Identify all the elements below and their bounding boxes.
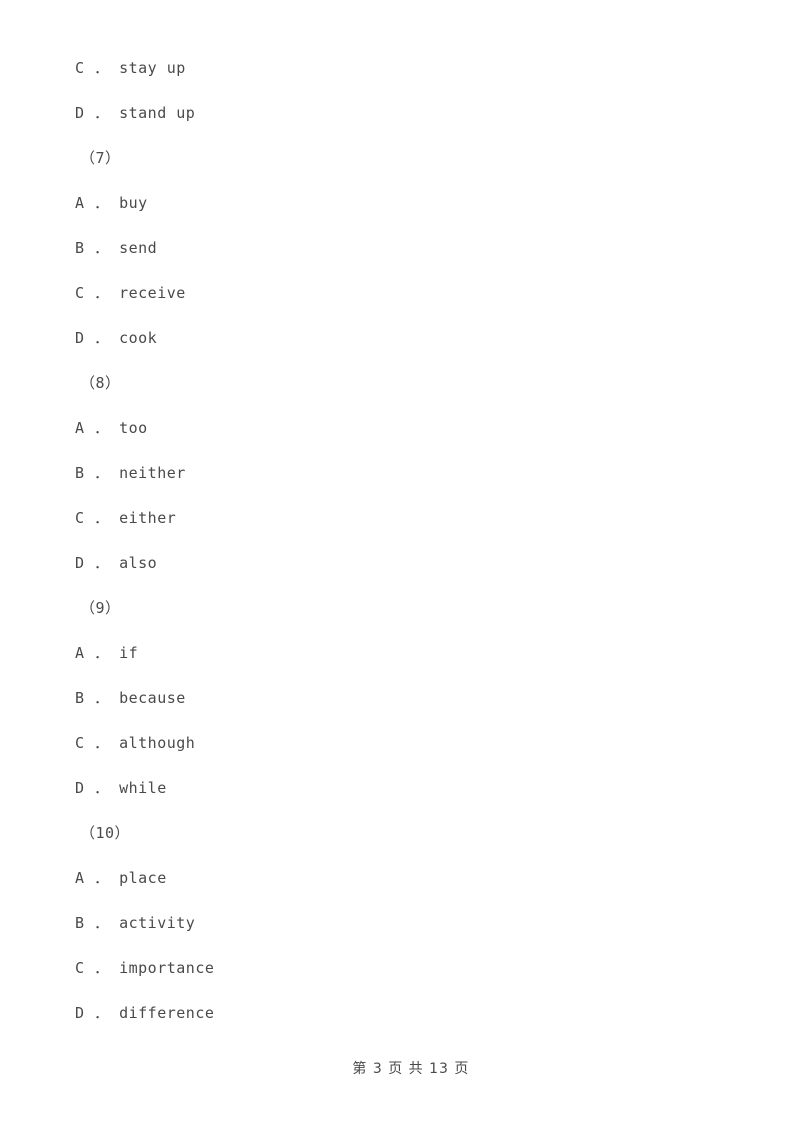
answer-option: D ． stand up xyxy=(75,104,196,122)
answer-option: B ． activity xyxy=(75,914,196,932)
answer-option: C ． receive xyxy=(75,284,186,302)
answer-option: A ． too xyxy=(75,419,148,437)
answer-option: C ． stay up xyxy=(75,59,186,77)
document-page: C ． stay up D ． stand up （7） A ． buy B ． sen… xyxy=(0,0,800,1132)
answer-option: D ． while xyxy=(75,779,167,797)
question-number: （9） xyxy=(80,599,121,617)
answer-option: D ． also xyxy=(75,554,158,572)
answer-option: A ． buy xyxy=(75,194,148,212)
answer-option: B ． send xyxy=(75,239,158,257)
page-footer: 第 3 页 共 13 页 xyxy=(0,1030,800,1108)
page-number-text: 第 3 页 共 13 页 xyxy=(352,1061,470,1077)
answer-option: A ． place xyxy=(75,869,167,887)
answer-option: C ． either xyxy=(75,509,177,527)
answer-option: D ． cook xyxy=(75,329,158,347)
answer-option: B ． neither xyxy=(75,464,186,482)
answer-option: C ． although xyxy=(75,734,196,752)
answer-option: C ． importance xyxy=(75,959,215,977)
answer-option: B ． because xyxy=(75,689,186,707)
answer-option: A ． if xyxy=(75,644,139,662)
question-number: （8） xyxy=(80,374,121,392)
question-options-list: C ． stay up D ． stand up （7） A ． buy B ． sen… xyxy=(75,46,735,1036)
question-number: （7） xyxy=(80,149,121,167)
question-number: （10） xyxy=(80,824,131,842)
